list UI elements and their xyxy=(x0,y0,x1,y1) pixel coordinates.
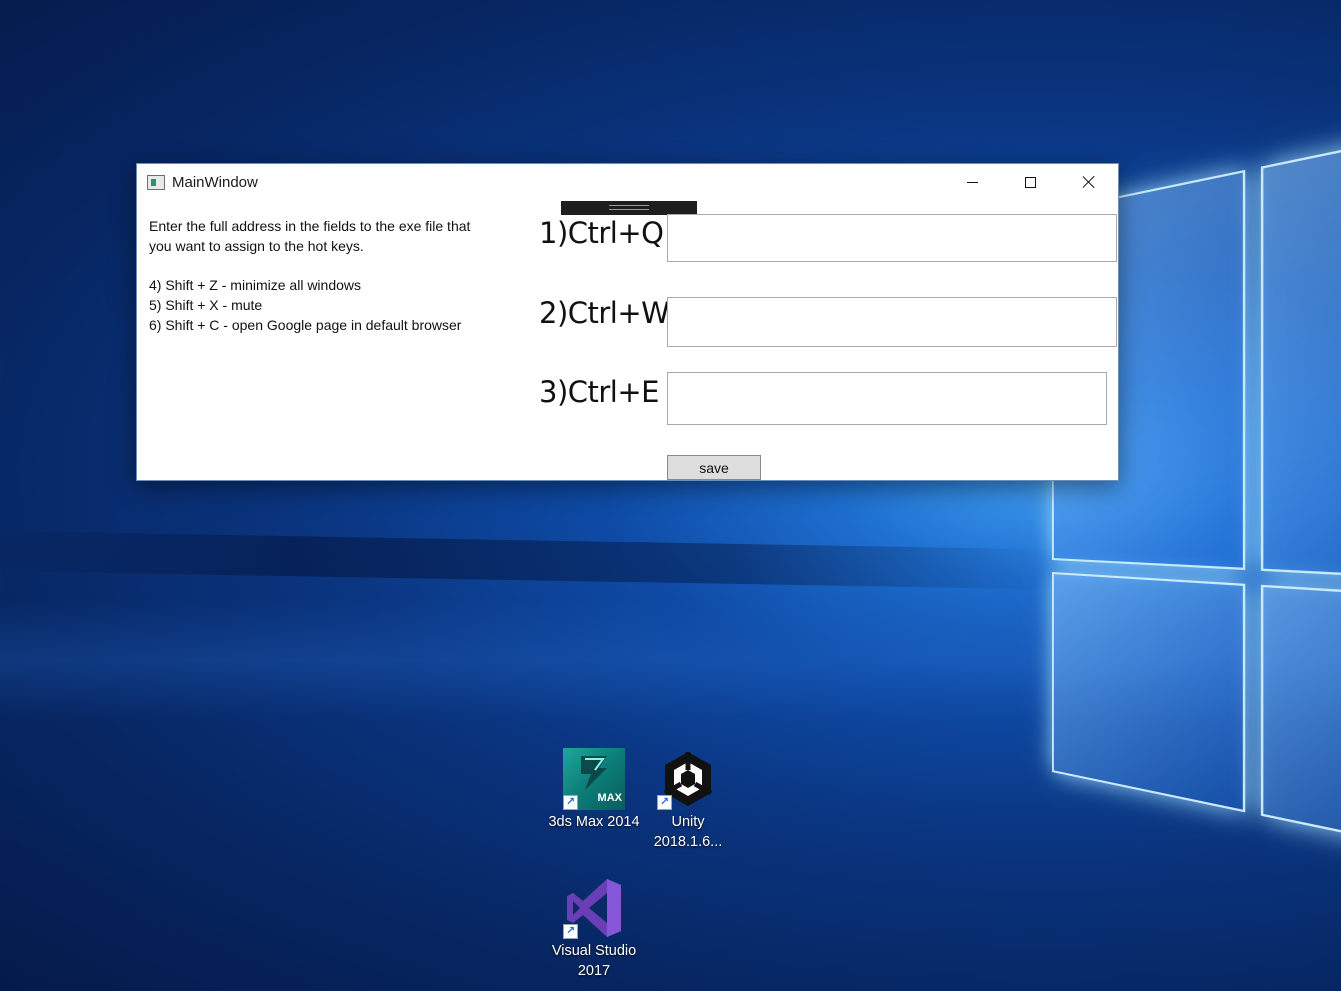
instructions-text: Enter the full address in the fields to … xyxy=(149,217,519,336)
close-icon xyxy=(1082,175,1096,189)
shortcut-info-5: 5) Shift + X - mute xyxy=(149,297,263,314)
desktop-icon-3ds-max[interactable]: MAX ↗ 3ds Max 2014 xyxy=(544,748,644,832)
shortcut-info-4: 4) Shift + Z - minimize all windows xyxy=(149,277,362,294)
visual-studio-icon: ↗ xyxy=(563,877,625,939)
minimize-button[interactable] xyxy=(943,164,1001,200)
exe-path-input-ctrl-e[interactable] xyxy=(667,372,1107,425)
3ds-max-badge: MAX xyxy=(597,792,622,804)
desktop-icon-label: 2018.1.6... xyxy=(653,834,723,850)
3ds-max-icon: MAX ↗ xyxy=(563,748,625,810)
desktop-icon-label: Visual Studio xyxy=(551,943,637,959)
desktop-icon-label: 3ds Max 2014 xyxy=(548,814,640,830)
close-button[interactable] xyxy=(1060,164,1118,200)
unity-icon: ↗ xyxy=(657,748,719,810)
instruction-line: you want to assign to the hot keys. xyxy=(149,237,364,254)
app-window-icon xyxy=(147,175,165,190)
desktop-icon-label: Unity xyxy=(671,814,705,830)
instruction-line: Enter the full address in the fields to … xyxy=(149,218,471,234)
shortcut-info-6: 6) Shift + C - open Google page in defau… xyxy=(149,316,462,333)
main-window: MainWindow Enter the full address in the… xyxy=(136,163,1119,481)
maximize-button[interactable] xyxy=(1001,164,1059,200)
save-button[interactable]: save xyxy=(667,455,761,480)
exe-path-input-ctrl-q[interactable] xyxy=(667,214,1117,262)
desktop-icon-visual-studio[interactable]: ↗ Visual Studio 2017 xyxy=(544,877,644,981)
shortcut-arrow-icon: ↗ xyxy=(657,795,672,810)
desktop-icon-label: 2017 xyxy=(577,963,611,979)
title-bar[interactable]: MainWindow xyxy=(137,164,1118,202)
exe-path-input-ctrl-w[interactable] xyxy=(667,297,1117,347)
window-title: MainWindow xyxy=(172,174,258,191)
maximize-icon xyxy=(1024,176,1036,188)
hotkey-label-ctrl-e: 3)Ctrl+E xyxy=(539,375,660,409)
desktop-icon-unity[interactable]: ↗ Unity 2018.1.6... xyxy=(638,748,738,852)
hotkey-label-ctrl-q: 1)Ctrl+Q xyxy=(539,216,664,250)
minimize-icon xyxy=(966,181,978,183)
hotkey-label-ctrl-w: 2)Ctrl+W xyxy=(539,296,670,330)
debug-toolbar-handle[interactable] xyxy=(561,201,697,215)
shortcut-arrow-icon: ↗ xyxy=(563,795,578,810)
wallpaper-shadow xyxy=(0,530,1061,590)
shortcut-arrow-icon: ↗ xyxy=(563,924,578,939)
